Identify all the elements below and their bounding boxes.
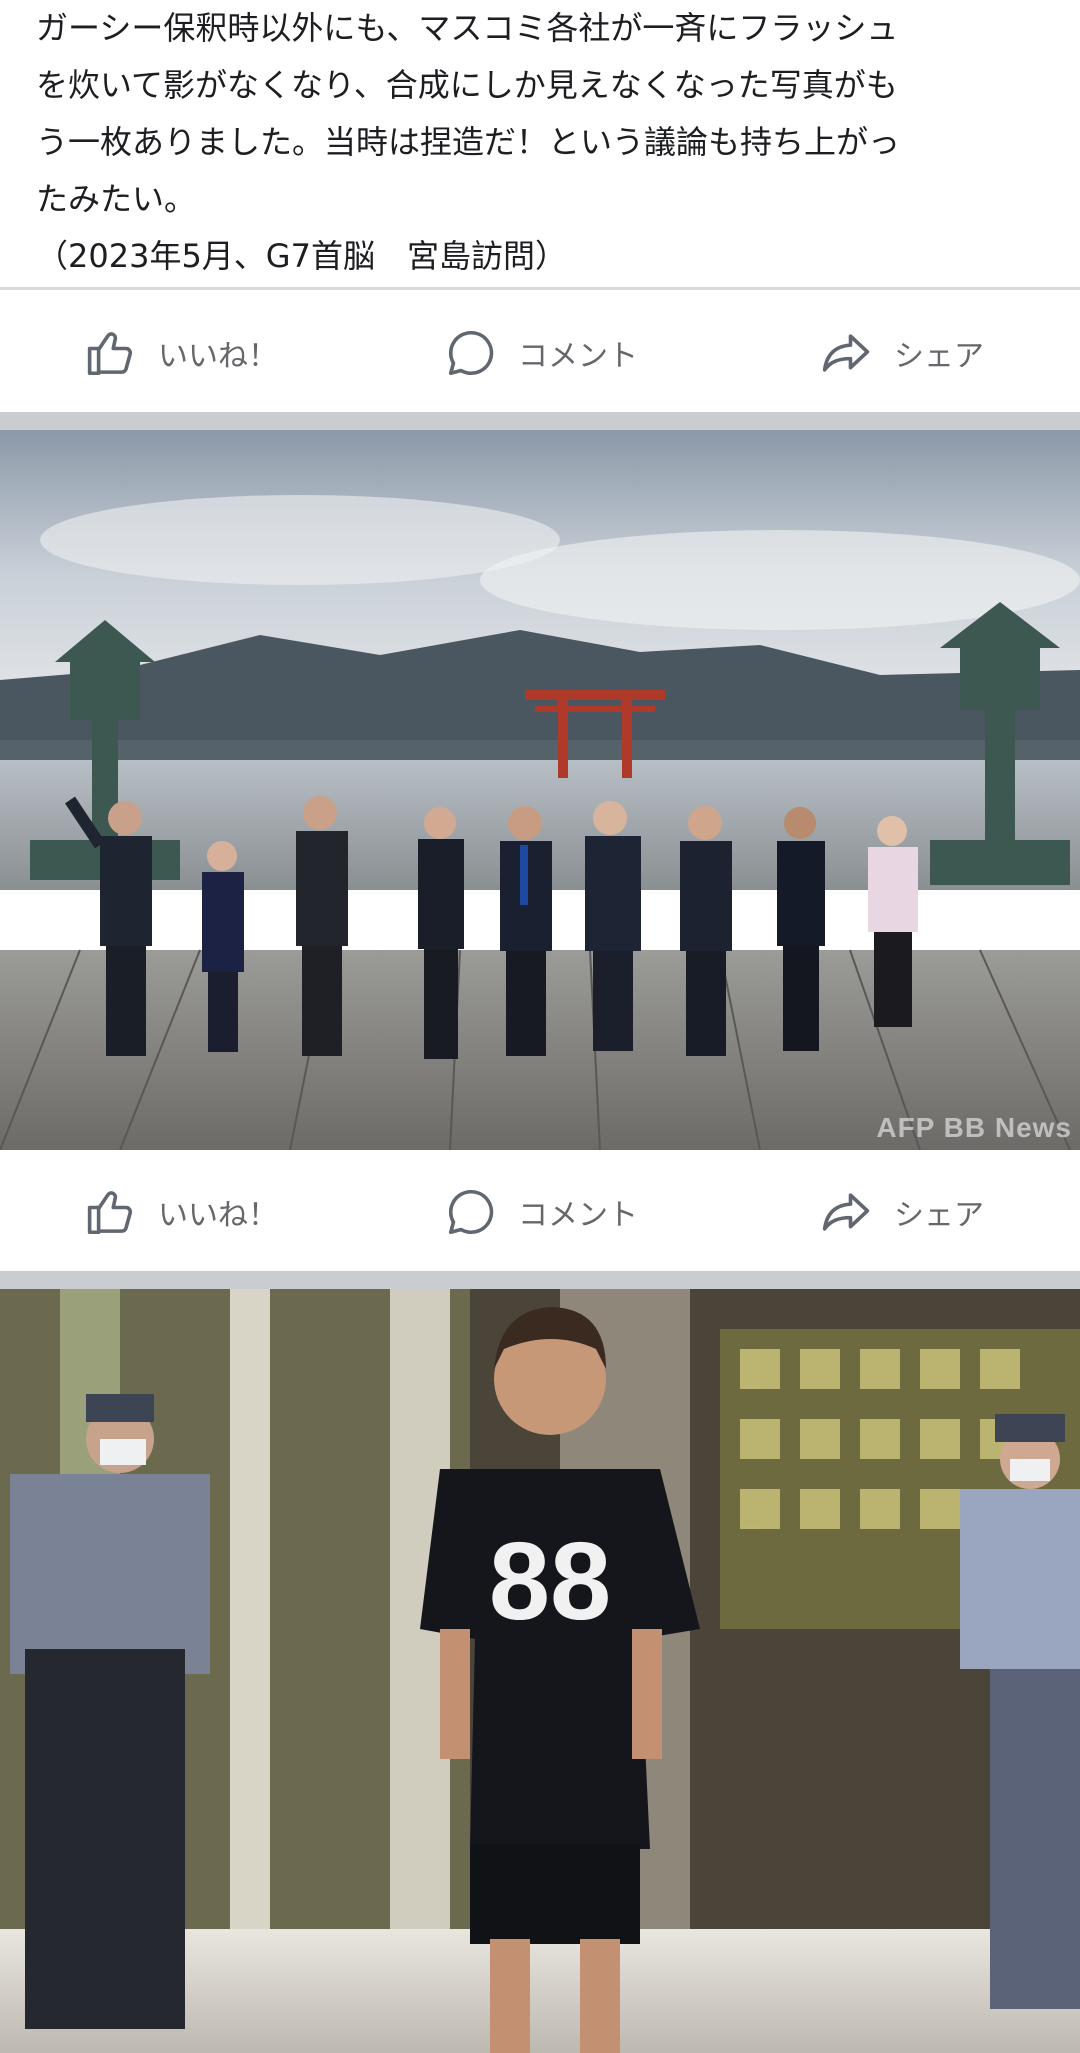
shirt-number: 88	[489, 1520, 611, 1643]
like-button[interactable]: いいね！	[84, 298, 278, 408]
post-caption: （2023年5月、G7首脳 宮島訪問）	[36, 237, 567, 275]
post-line: ガーシー保釈時以外にも、マスコミ各社が一斉にフラッシュ	[36, 9, 899, 47]
comment-icon	[448, 1189, 494, 1235]
release-photo[interactable]: 88	[0, 1289, 1080, 2053]
post-line: を炊いて影がなくなり、合成にしか見えなくなった写真がも	[36, 66, 898, 104]
action-bar: いいね！ コメント シェア	[0, 298, 1080, 408]
post-separator	[0, 1271, 1080, 1289]
photo-watermark: AFP BB News	[876, 1112, 1072, 1143]
post-separator	[0, 412, 1080, 430]
share-label: シェア	[894, 1198, 984, 1233]
share-icon	[822, 334, 870, 372]
post-text: ガーシー保釈時以外にも、マスコミ各社が一斉にフラッシュ を炊いて影がなくなり、合…	[36, 0, 1046, 285]
post-line: たみたい。	[36, 180, 197, 218]
post-line: う一枚ありました。当時は捏造だ！という議論も持ち上がっ	[36, 123, 901, 161]
like-label: いいね！	[158, 1198, 278, 1233]
like-button[interactable]: いいね！	[84, 1157, 278, 1267]
g7-photo-image	[0, 430, 1080, 1150]
share-button[interactable]: シェア	[818, 298, 984, 408]
share-button[interactable]: シェア	[818, 1157, 984, 1267]
comment-label: コメント	[518, 1198, 638, 1233]
g7-photo[interactable]: AFP BB News	[0, 430, 1080, 1150]
comment-label: コメント	[518, 339, 638, 374]
thumbs-up-icon	[87, 1191, 133, 1235]
comment-button[interactable]: コメント	[444, 1157, 638, 1267]
action-bar: いいね！ コメント シェア	[0, 1157, 1080, 1267]
like-label: いいね！	[158, 339, 278, 374]
divider	[0, 287, 1080, 290]
comment-icon	[448, 330, 494, 376]
comment-button[interactable]: コメント	[444, 298, 638, 408]
release-photo-image: 88	[0, 1289, 1080, 2053]
share-label: シェア	[894, 339, 984, 374]
thumbs-up-icon	[87, 332, 133, 376]
share-icon	[822, 1193, 870, 1231]
